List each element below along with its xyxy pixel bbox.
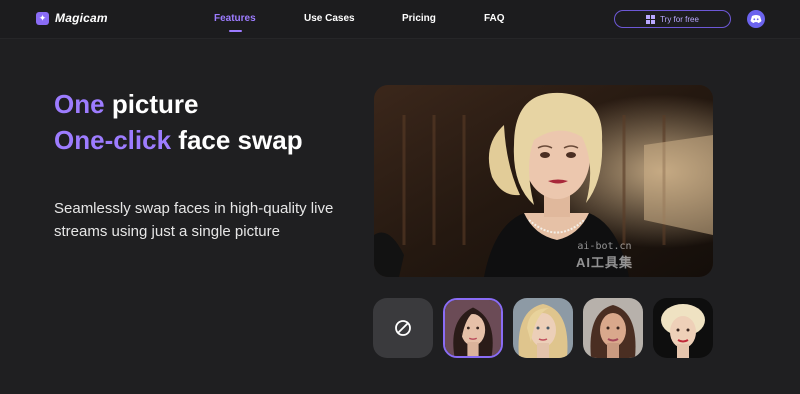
- face-option-4-thumbnail: [653, 298, 713, 358]
- face-option-1-thumbnail: [445, 300, 501, 356]
- discord-button[interactable]: [747, 10, 765, 28]
- top-navigation-bar: ✦ Magicam Features Use Cases Pricing FAQ…: [0, 0, 800, 39]
- face-swap-preview-image: ai-bot.cn AI工具集: [374, 85, 713, 277]
- try-for-free-label: Try for free: [660, 14, 699, 24]
- headline-text-face-swap: face swap: [178, 125, 303, 155]
- face-option-3-thumbnail: [583, 298, 643, 358]
- brand-name: Magicam: [55, 11, 108, 25]
- magic-wand-icon: ✦: [36, 11, 49, 25]
- face-option-1-button[interactable]: [443, 298, 503, 358]
- preview-watermark: ai-bot.cn AI工具集: [576, 241, 633, 271]
- try-for-free-button[interactable]: Try for free: [614, 10, 731, 28]
- nav-pricing[interactable]: Pricing: [402, 13, 436, 24]
- hero-subtitle: Seamlessly swap faces in high-quality li…: [54, 200, 334, 240]
- watermark-brand: AI工具集: [575, 255, 633, 270]
- hero-headline-line2: One-click face swap: [54, 125, 303, 155]
- no-face-icon: [395, 320, 411, 336]
- active-tab-indicator: [229, 30, 242, 32]
- face-option-3-button[interactable]: [583, 298, 643, 358]
- nav-features[interactable]: Features: [214, 13, 256, 24]
- headline-accent-one-click: One-click: [54, 125, 172, 155]
- hero-headline-line1: One picture: [54, 89, 199, 119]
- headline-text-picture: picture: [111, 89, 199, 119]
- preview-portrait-illustration: [374, 85, 713, 277]
- discord-icon: [750, 15, 762, 23]
- face-option-2-button[interactable]: [513, 298, 573, 358]
- nav-use-cases[interactable]: Use Cases: [304, 13, 355, 24]
- brand-logo[interactable]: ✦ Magicam: [36, 11, 108, 25]
- face-option-2-thumbnail: [513, 298, 573, 358]
- windows-icon: [646, 14, 656, 24]
- face-option-4-button[interactable]: [653, 298, 713, 358]
- nav-faq[interactable]: FAQ: [484, 13, 505, 24]
- watermark-domain: ai-bot.cn: [577, 241, 632, 252]
- headline-accent-one: One: [54, 89, 105, 119]
- no-face-option-button[interactable]: [373, 298, 433, 358]
